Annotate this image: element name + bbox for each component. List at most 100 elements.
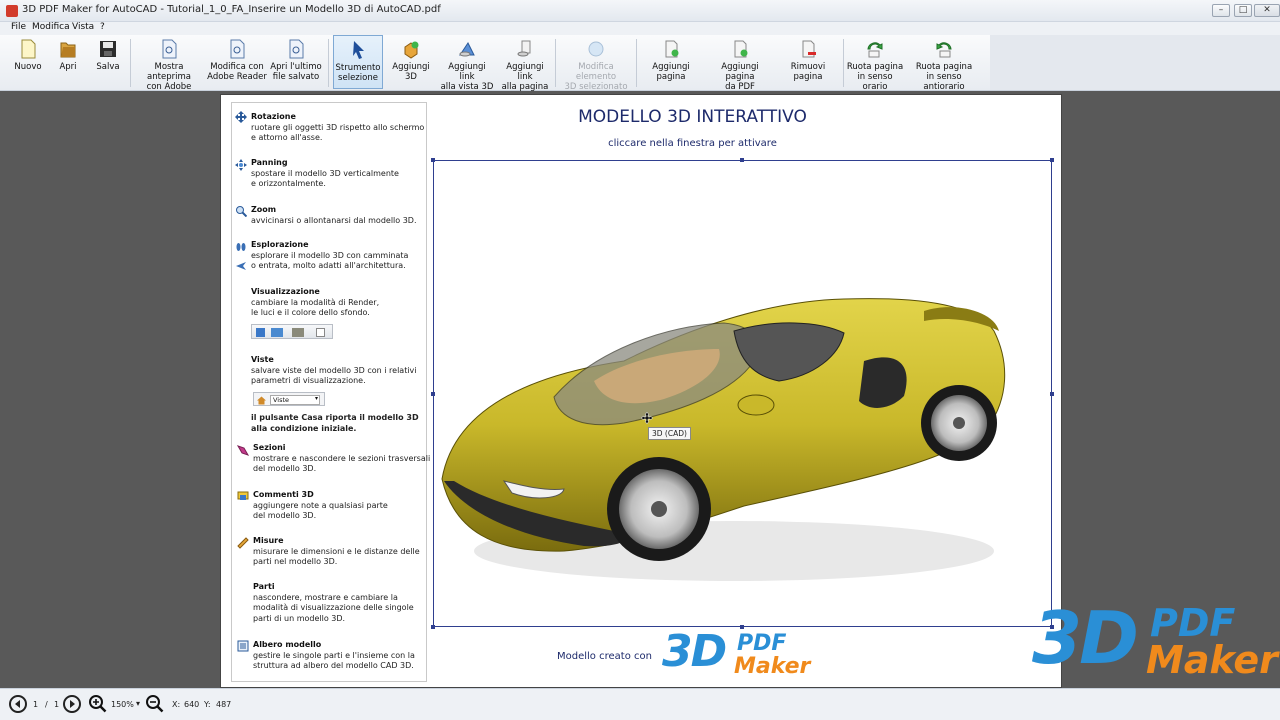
title-bar: 3D PDF Maker for AutoCAD - Tutorial_1_0_… [0, 0, 1280, 22]
add-pdf-page-icon [734, 40, 748, 58]
edit-adobe-button[interactable]: Modifica con Adobe Reader [206, 35, 268, 89]
page-subtitle: cliccare nella finestra per attivare [608, 138, 777, 149]
open-last-file-button[interactable]: Apri l'ultimo file salvato [270, 35, 322, 89]
close-button[interactable]: ✕ [1254, 4, 1280, 17]
add-link-page-button[interactable]: Aggiungi link alla pagina [498, 35, 552, 92]
recent-document-icon [289, 39, 304, 59]
help-parts: Parti nascondere, mostrare e cambiare la… [253, 582, 414, 623]
remove-page-icon [802, 40, 816, 58]
logo-small-3d: 3D [662, 626, 727, 677]
zoom-dropdown-chevron-icon[interactable]: ▾ [136, 699, 140, 708]
remove-page-button[interactable]: Rimuovi pagina [776, 35, 840, 89]
resize-handle-bottom[interactable] [740, 625, 744, 629]
restore-button[interactable]: □ [1234, 4, 1252, 17]
help-zoom: Zoom avvicinarsi o allontanarsi dal mode… [251, 205, 417, 225]
logo-small-maker: Maker [734, 654, 811, 679]
help-exploration: Esplorazione esplorare il modello 3D con… [251, 240, 409, 270]
model-tree-icon [237, 640, 249, 652]
rotate-counterclockwise-icon [936, 42, 952, 58]
arrow-right-icon [70, 700, 75, 708]
fly-icon [236, 262, 246, 270]
views-dropdown[interactable]: Viste ▾ [253, 392, 325, 406]
add-page-from-pdf-button[interactable]: Aggiungi pagina da PDF [706, 35, 774, 92]
add-page-icon [665, 40, 679, 58]
add-link-3d-view-button[interactable]: Aggiungi link alla vista 3D [440, 35, 494, 92]
tooltip-3d-cad: 3D (CAD) [648, 427, 691, 440]
prev-page-button[interactable] [9, 695, 27, 713]
logo-small-pdf: PDF [737, 631, 787, 656]
open-button[interactable]: Apri [50, 35, 86, 89]
render-mode-icon[interactable] [256, 328, 265, 337]
ruler-icon [237, 537, 249, 549]
menu-help[interactable]: ? [100, 22, 105, 32]
walk-icon [236, 243, 246, 251]
home-icon[interactable] [257, 395, 266, 405]
help-home-note: il pulsante Casa riporta il modello 3D a… [251, 413, 419, 433]
zoom-in-icon[interactable] [88, 694, 107, 713]
next-page-button[interactable] [63, 695, 81, 713]
app-icon [6, 5, 18, 17]
zoom-icon [236, 206, 247, 217]
save-button[interactable]: Salva [90, 35, 126, 89]
zoom-level[interactable]: 150% [111, 700, 134, 709]
edit-selected-3d-button[interactable]: Modifica elemento 3D selezionato [560, 35, 632, 92]
resize-handle-bottom-left[interactable] [431, 625, 435, 629]
x-coordinate-value: 640 [184, 700, 200, 709]
rotate-clockwise-button[interactable]: Ruota pagina in senso orario [846, 35, 904, 92]
document-edit-icon [230, 39, 245, 59]
status-bar: 1 / 1 150% ▾ X: 640 Y: 487 [0, 688, 1280, 720]
resize-handle-top-right[interactable] [1050, 158, 1054, 162]
move-cursor-icon [641, 412, 653, 424]
created-with-label: Modello creato con [557, 651, 652, 662]
toolbar: Nuovo Apri Salva Mostra anteprima con Ado… [0, 35, 990, 102]
rotate-counterclockwise-button[interactable]: Ruota pagina in senso antiorario [906, 35, 982, 92]
link-3d-view-icon [459, 42, 475, 57]
views-select[interactable]: Viste [270, 395, 320, 405]
toolbar-empty-area [990, 35, 1280, 91]
pan-icon [235, 159, 247, 171]
chevron-down-icon[interactable]: ▾ [315, 395, 318, 402]
cursor-arrow-icon [353, 41, 364, 59]
watermark-pdf: PDF [1150, 601, 1236, 645]
minimize-button[interactable]: – [1212, 4, 1230, 17]
3d-model-viewport[interactable] [433, 160, 1052, 627]
document-preview-icon [162, 39, 177, 59]
render-mode-toolbar [251, 324, 333, 339]
open-folder-icon [60, 42, 76, 58]
menu-vista[interactable]: Vista [72, 22, 94, 32]
save-disk-icon [100, 41, 116, 57]
current-page[interactable]: 1 [33, 700, 38, 709]
watermark-3d: 3D [1032, 596, 1139, 680]
resize-handle-left[interactable] [431, 392, 435, 396]
watermark-maker: Maker [1146, 638, 1278, 682]
background-color-icon[interactable] [292, 328, 304, 337]
help-measures: Misure misurare le dimensioni e le dista… [253, 536, 420, 566]
help-comments: Commenti 3D aggiungere note a qualsiasi … [253, 490, 388, 520]
new-document-icon [21, 39, 36, 59]
car-3d-model[interactable] [434, 161, 1051, 626]
lighting-icon[interactable] [271, 328, 283, 337]
menu-file[interactable]: File [11, 22, 26, 32]
section-icon [237, 445, 249, 456]
new-button[interactable]: Nuovo [8, 35, 48, 89]
color-swatch-icon[interactable] [316, 328, 325, 337]
zoom-out-icon[interactable] [145, 694, 164, 713]
help-panning: Panning spostare il modello 3D verticalm… [251, 158, 399, 188]
y-coordinate-value: 487 [216, 700, 232, 709]
page-title: MODELLO 3D INTERATTIVO [578, 107, 807, 127]
selection-tool-button[interactable]: Strumento selezione [333, 35, 383, 89]
resize-handle-top[interactable] [740, 158, 744, 162]
help-visualization: Visualizzazione cambiare la modalità di … [251, 287, 380, 317]
preview-adobe-button[interactable]: Mostra anteprimacon Adobe Reader [134, 35, 204, 102]
help-rotation: Rotazione ruotare gli oggetti 3D rispett… [251, 112, 425, 142]
add-page-button[interactable]: Aggiungi pagina [640, 35, 702, 89]
resize-handle-right[interactable] [1050, 392, 1054, 396]
y-coordinate-label: Y: [204, 700, 211, 709]
resize-handle-top-left[interactable] [431, 158, 435, 162]
rotate-icon [235, 111, 247, 123]
menu-modifica[interactable]: Modifica [32, 22, 70, 32]
page-separator: / [45, 700, 48, 709]
total-pages: 1 [54, 700, 60, 709]
x-coordinate-label: X: [172, 700, 181, 709]
add-3d-button[interactable]: Aggiungi 3D [387, 35, 435, 89]
